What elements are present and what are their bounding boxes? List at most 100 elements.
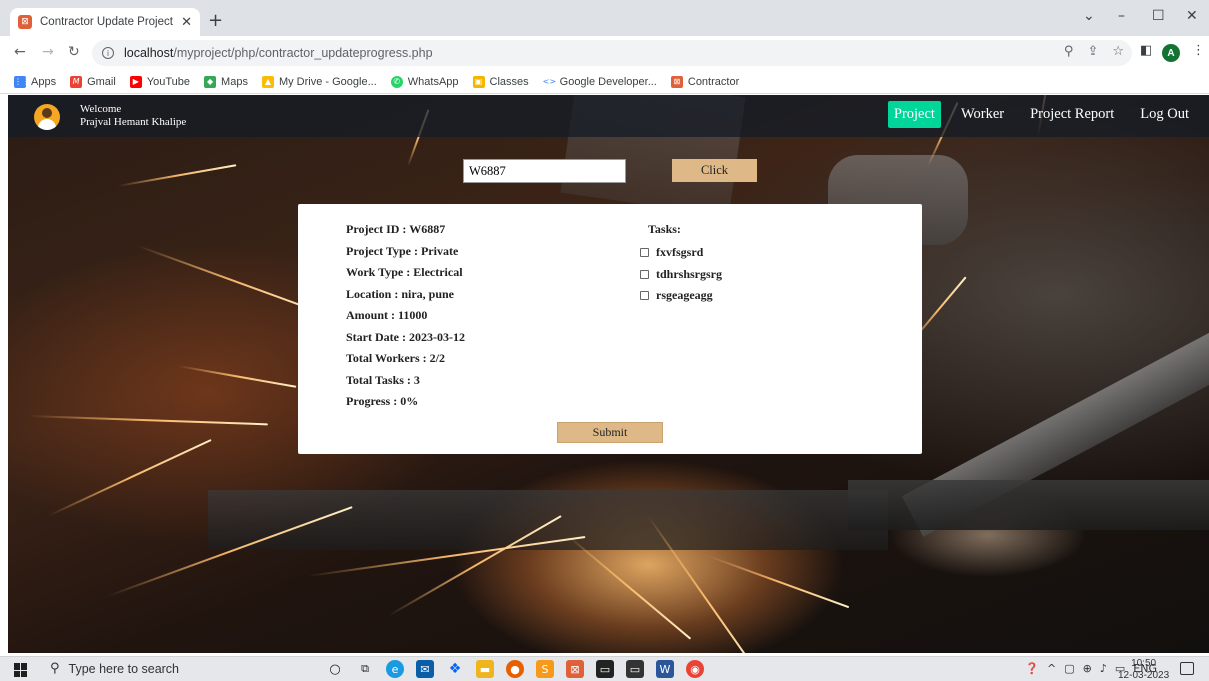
progress: Progress : 0% [346,394,419,408]
xampp-icon[interactable]: ⊠ [566,660,584,678]
apps-grid-icon: ⋮⋮ [14,75,30,88]
cortana-icon[interactable]: ○ [326,660,344,678]
mysql-icon[interactable]: ▭ [626,660,644,678]
bookmark-classes[interactable]: ▣ Classes [472,75,529,88]
word-icon[interactable]: W [656,660,674,678]
maximize-icon[interactable]: ☐ [1152,8,1165,24]
back-icon[interactable]: ← [14,44,26,60]
browser-tab-strip: ⊠ Contractor Update Project Progr ✕ + ⌄ … [0,0,1209,36]
terminal-icon[interactable]: ▭ [596,660,614,678]
tab-title: Contractor Update Project Progr [40,16,177,28]
task-checkbox[interactable] [640,269,649,279]
minimize-icon[interactable]: – [1118,8,1125,24]
bookmark-apps[interactable]: ⋮⋮ Apps [14,75,56,88]
nav-worker[interactable]: Worker [955,101,1010,128]
browser-tab[interactable]: ⊠ Contractor Update Project Progr ✕ [10,8,200,36]
task-item: rsgeageagg [640,285,722,307]
windows-taskbar: ⚲ Type here to search ○ ⧉ e ✉ ❖ ▬ ● S ⊠ … [0,656,1209,681]
clock-date: 12-03-2023 [1118,670,1170,681]
edge-icon[interactable]: e [386,660,404,678]
bookmark-youtube[interactable]: ▶ YouTube [129,75,190,88]
start-date: Start Date : 2023-03-12 [346,329,465,344]
reload-icon[interactable]: ↻ [68,44,80,60]
task-checkbox[interactable] [640,248,649,258]
windows-start-icon[interactable] [14,663,28,677]
contractor-icon: ⊠ [670,75,683,88]
url-text[interactable]: localhost/myproject/php/contractor_updat… [124,46,433,60]
globe-icon[interactable]: ⊕ [1083,662,1092,675]
whatsapp-icon: ✆ [390,75,403,88]
bookmark-gmail[interactable]: M Gmail [70,75,116,88]
nav-log-out[interactable]: Log Out [1134,101,1195,128]
spark [117,164,237,187]
browser-toolbar: ← → ↻ i localhost/myproject/php/contract… [0,36,1209,70]
site-info-icon[interactable]: i [102,47,114,59]
click-button[interactable]: Click [672,159,757,182]
side-panel-icon[interactable]: ◧ [1140,43,1152,58]
location: Location : nira, pune [346,286,455,301]
spark [177,365,297,388]
file-explorer-icon[interactable]: ▬ [476,660,494,678]
search-icon: ⚲ [50,661,60,676]
nav-project[interactable]: Project [887,101,941,128]
user-avatar-icon [34,104,60,130]
task-label: rsgeageagg [656,288,713,303]
nav-project-report[interactable]: Project Report [1024,101,1120,128]
task-item: tdhrshsrgsrg [640,264,722,286]
zoom-icon[interactable]: ⚲ [1064,44,1074,59]
chevron-up-icon[interactable]: ^ [1047,662,1056,675]
taskbar-search-placeholder: Type here to search [68,661,180,676]
meet-icon[interactable]: ▢ [1064,662,1074,675]
volume-icon[interactable]: ♪ [1100,662,1107,675]
project-details-card: Project ID : W6887 Project Type : Privat… [298,204,922,454]
user-name: Prajval Hemant Khalipe [80,116,187,128]
sublime-icon[interactable]: S [536,660,554,678]
task-checkbox[interactable] [640,291,649,301]
bookmark-contractor[interactable]: ⊠ Contractor [670,75,739,88]
drive-icon: ▲ [261,75,274,88]
project-id: Project ID : W6887 [346,222,446,236]
forward-icon[interactable]: → [42,44,54,60]
address-bar[interactable]: i localhost/myproject/php/contractor_upd… [92,40,1132,66]
contractor-favicon-icon: ⊠ [18,15,32,29]
tasks-heading: Tasks: [648,222,681,236]
work-type: Work Type : Electrical [346,265,463,279]
taskbar-clock[interactable]: 10:50 12-03-2023 [1118,658,1169,681]
project-type: Project Type : Private [346,243,459,258]
spark [707,555,850,609]
taskbar-apps: ○ ⧉ e ✉ ❖ ▬ ● S ⊠ ▭ ▭ W ◉ [326,660,704,678]
total-tasks: Total Tasks : 3 [346,372,420,387]
nav-links: Project Worker Project Report Log Out [876,101,1195,128]
mail-icon[interactable]: ✉ [416,660,434,678]
welcome-block: Welcome Prajval Hemant Khalipe [80,103,186,129]
task-label: fxvfsgsrd [656,245,704,260]
tab-search-icon[interactable]: ⌄ [1083,8,1095,24]
bench-right-shape [848,480,1209,530]
project-id-input[interactable] [463,159,626,183]
close-window-icon[interactable]: ✕ [1186,8,1198,24]
notification-icon[interactable] [1180,662,1194,675]
page-background: Welcome Prajval Hemant Khalipe Project W… [8,95,1209,653]
share-icon[interactable]: ⇪ [1087,44,1098,59]
bookmark-maps[interactable]: ◆ Maps [204,75,248,88]
close-tab-icon[interactable]: ✕ [181,15,192,30]
bookmark-drive[interactable]: ▲ My Drive - Google... [261,75,377,88]
profile-avatar[interactable]: A [1162,44,1180,62]
menu-icon[interactable]: ⋮ [1192,43,1205,58]
help-icon[interactable]: ❓ [1025,662,1039,675]
gmail-icon: M [70,75,83,88]
clock-time: 10:50 [1131,658,1157,669]
submit-button[interactable]: Submit [557,422,663,443]
top-navbar: Welcome Prajval Hemant Khalipe Project W… [8,95,1209,137]
bookmark-whatsapp[interactable]: ✆ WhatsApp [390,75,459,88]
task-label: tdhrshsrgsrg [656,266,723,281]
bookmark-google-developer[interactable]: <> Google Developer... [542,75,657,88]
total-workers: Total Workers : 2/2 [346,351,446,365]
task-view-icon[interactable]: ⧉ [356,660,374,678]
dropbox-icon[interactable]: ❖ [446,660,464,678]
bookmark-star-icon[interactable]: ☆ [1112,44,1124,59]
taskbar-search[interactable]: ⚲ Type here to search [50,661,179,676]
firefox-icon[interactable]: ● [506,660,524,678]
new-tab-icon[interactable]: + [208,12,223,30]
chrome-icon[interactable]: ◉ [686,660,704,678]
